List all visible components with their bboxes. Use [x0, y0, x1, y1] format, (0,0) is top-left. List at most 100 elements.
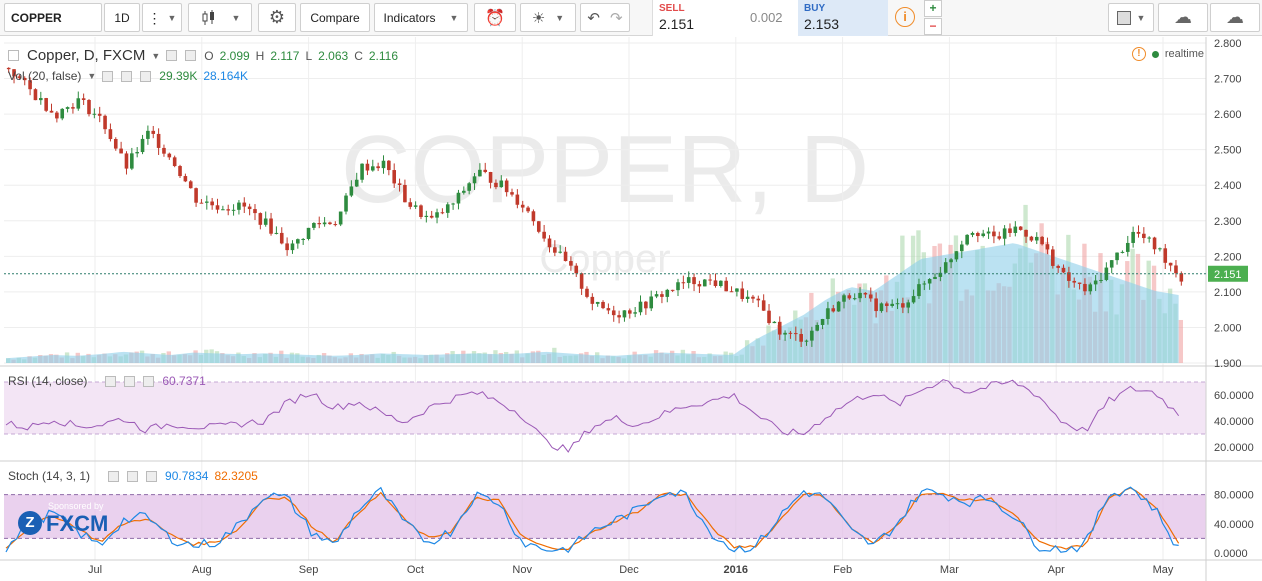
candle-body [1163, 248, 1168, 263]
chart-container[interactable]: COPPER, D Copper 2.800 2.700 2.600 2.500 2.4… [0, 37, 1262, 581]
candle-body [1125, 242, 1130, 252]
ideas-button[interactable]: ☀ ▼ [520, 3, 576, 32]
lightbulb-icon: ☀ [531, 9, 546, 27]
candle-body [370, 166, 375, 171]
interval-menu-button[interactable]: ⋮ ▼ [142, 3, 182, 32]
top-toolbar: COPPER 1D ⋮ ▼ ▼ ⚙ Compare Indicators ▼ ⏰… [0, 0, 1262, 36]
chevron-down-icon[interactable]: ▼ [151, 51, 160, 61]
candle-body [708, 279, 712, 281]
candle-body [799, 333, 803, 342]
candle-body [847, 295, 852, 299]
stoch-settings-icon[interactable] [108, 470, 120, 482]
candle-body [494, 182, 498, 188]
series-close-icon[interactable] [185, 50, 197, 61]
symbol-search[interactable]: COPPER [4, 3, 102, 32]
time-tick-label: Oct [407, 564, 424, 576]
chevron-down-icon: ▼ [167, 12, 177, 23]
candle-body [92, 113, 97, 115]
plus-icon[interactable]: + [924, 0, 942, 17]
candle-body [1013, 226, 1018, 233]
candle-body [895, 303, 900, 305]
candle-body [965, 234, 969, 245]
candle-body [724, 280, 728, 292]
candle-body [462, 190, 466, 193]
candle-body [81, 98, 86, 100]
chevron-down-icon[interactable]: ▼ [87, 71, 96, 81]
buy-button[interactable]: BUY 2.153 [798, 0, 888, 36]
candle-body [269, 218, 273, 234]
candle-body [258, 213, 263, 225]
candle-body [927, 279, 932, 284]
rsi-title: RSI (14, close) [8, 374, 88, 388]
indicator-panes [4, 379, 1206, 554]
sponsor-logo[interactable]: Sponsored by Z FXCM [18, 499, 128, 539]
chart-style-button[interactable]: ▼ [188, 3, 252, 32]
settings-button[interactable]: ⚙ [258, 3, 296, 32]
rsi-settings-icon[interactable] [105, 375, 117, 387]
candle-body [279, 232, 284, 244]
spread-display: 0.002 [742, 0, 798, 36]
candle-body [868, 294, 873, 299]
info-button[interactable]: i [890, 0, 920, 36]
candle-body [1136, 231, 1141, 234]
interval-button[interactable]: 1D [104, 3, 140, 32]
stoch-legend: Stoch (14, 3, 1) 90.7834 82.3205 [8, 469, 258, 483]
candle-body [360, 163, 364, 180]
candle-body [210, 201, 214, 206]
candle-body [633, 312, 637, 314]
candle-body [338, 211, 343, 225]
candle-body [1061, 267, 1066, 273]
undo-icon[interactable]: ↶ [587, 9, 600, 27]
candle-body [852, 298, 857, 300]
rsi-close-icon[interactable] [143, 375, 155, 387]
candle-body [1131, 231, 1135, 243]
candle-body [1045, 244, 1050, 250]
save-layout-button[interactable]: ☁ [1210, 3, 1260, 32]
symbol-label: COPPER [11, 10, 62, 25]
price-tick-label: 2.600 [1214, 109, 1242, 121]
volume-series [6, 204, 1183, 363]
candle-body [413, 205, 418, 207]
sell-button[interactable]: SELL 2.151 [652, 0, 742, 36]
candle-body [221, 209, 225, 211]
alert-button[interactable]: ⏰ [474, 3, 516, 32]
series-settings-icon[interactable] [166, 50, 178, 61]
candle-body [601, 301, 605, 309]
volume-settings-icon[interactable] [102, 70, 114, 82]
candle-body [740, 288, 745, 299]
rsi-hide-icon[interactable] [124, 375, 136, 387]
fullscreen-button[interactable]: ▼ [1108, 3, 1154, 32]
candle-body [285, 243, 289, 251]
candle-body [751, 296, 755, 299]
candle-body [611, 310, 616, 316]
volume-close-icon[interactable] [140, 70, 152, 82]
compare-button[interactable]: Compare [300, 3, 370, 32]
warning-icon[interactable]: ! [1131, 47, 1146, 61]
candle-body [644, 301, 648, 309]
candle-body [76, 98, 81, 109]
fxcm-logo-icon: Z [18, 511, 42, 535]
undo-redo-group: ↶ ↷ [580, 3, 630, 32]
stoch-hide-icon[interactable] [127, 470, 139, 482]
redo-icon[interactable]: ↷ [610, 9, 623, 27]
load-layout-button[interactable]: ☁ [1158, 3, 1208, 32]
realtime-indicator: ! realtime [1131, 47, 1204, 61]
sell-label: SELL [659, 3, 685, 14]
minus-icon[interactable]: − [924, 18, 942, 35]
candle-body [387, 160, 391, 171]
stoch-close-icon[interactable] [146, 470, 158, 482]
collapse-icon[interactable] [8, 50, 19, 61]
candle-body [595, 301, 600, 304]
candle-body [344, 195, 348, 212]
rsi-tick-label: 40.0000 [1214, 416, 1254, 428]
realtime-label: realtime [1164, 48, 1204, 60]
chart-canvas[interactable]: COPPER, D Copper 2.8002.7002.6002.5002.4… [0, 37, 1262, 581]
rsi-tick-label: 20.0000 [1214, 442, 1254, 454]
candle-body [520, 204, 525, 208]
gear-icon: ⚙ [268, 7, 286, 27]
indicators-button[interactable]: Indicators ▼ [374, 3, 468, 32]
candle-body [33, 89, 38, 101]
volume-hide-icon[interactable] [121, 70, 133, 82]
candle-body [178, 166, 182, 177]
candle-body [933, 276, 937, 280]
